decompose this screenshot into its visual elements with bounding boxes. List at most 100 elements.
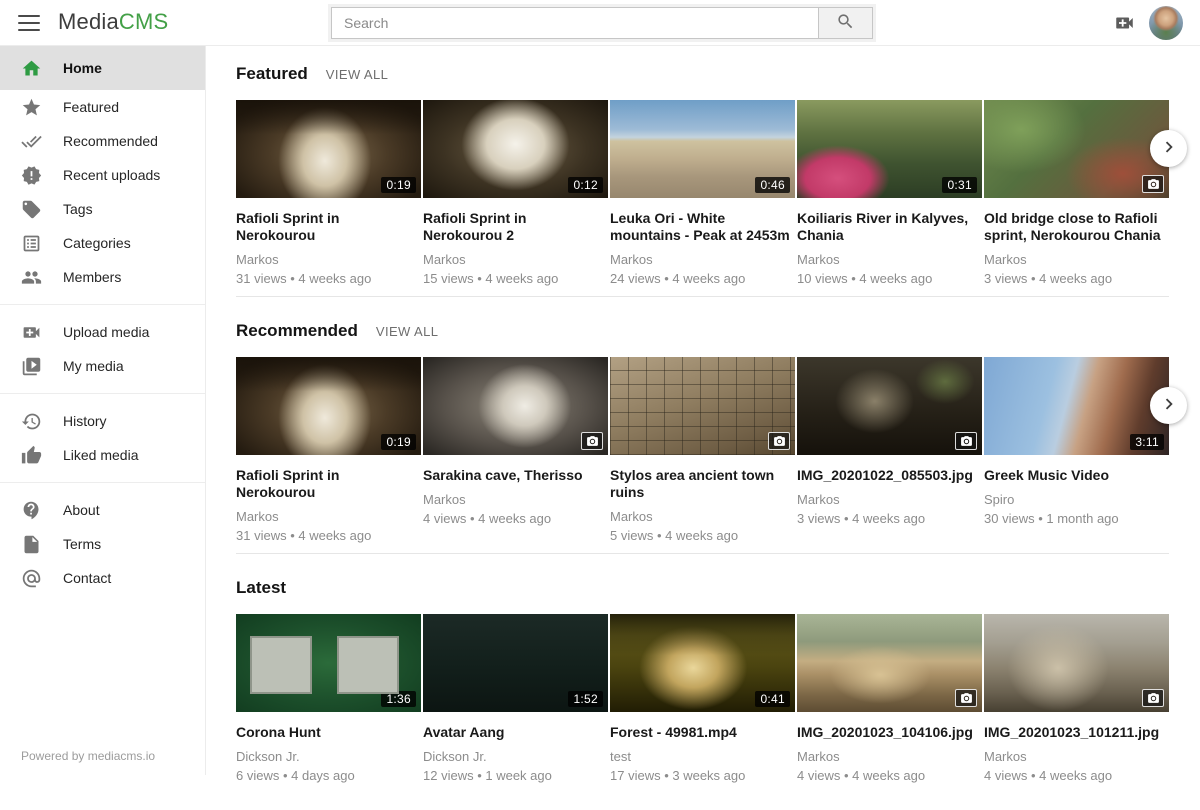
media-title[interactable]: Rafioli Sprint in Nerokourou — [236, 467, 421, 501]
media-author[interactable]: Markos — [797, 252, 982, 267]
media-thumbnail[interactable]: 1:36 — [236, 614, 421, 712]
app-logo[interactable]: MediaCMS — [58, 9, 168, 35]
media-thumbnail[interactable]: 1:52 — [423, 614, 608, 712]
media-title[interactable]: Rafioli Sprint in Nerokourou 2 — [423, 210, 608, 244]
video-upload-icon — [21, 322, 42, 343]
media-card: 0:46 Leuka Ori - White mountains - Peak … — [610, 100, 795, 296]
view-all-link[interactable]: VIEW ALL — [376, 324, 438, 339]
media-title[interactable]: Old bridge close to Rafioli sprint, Nero… — [984, 210, 1169, 244]
media-title[interactable]: IMG_20201022_085503.jpg — [797, 467, 982, 484]
history-icon — [21, 411, 42, 432]
duration-badge: 1:52 — [568, 691, 603, 707]
sidebar-item-upload-media[interactable]: Upload media — [0, 315, 205, 349]
media-author[interactable]: Markos — [797, 749, 982, 764]
sidebar-item-label: Recommended — [63, 133, 158, 149]
sidebar-item-label: Contact — [63, 570, 111, 586]
sidebar-item-liked-media[interactable]: Liked media — [0, 438, 205, 472]
media-thumbnail[interactable]: 0:19 — [236, 357, 421, 455]
media-author[interactable]: Markos — [236, 252, 421, 267]
search-bar — [328, 4, 876, 42]
sidebar-item-my-media[interactable]: My media — [0, 349, 205, 383]
sidebar-item-label: About — [63, 502, 100, 518]
media-author[interactable]: Markos — [984, 252, 1169, 267]
media-meta: 17 views • 3 weeks ago — [610, 768, 795, 783]
media-author[interactable]: Markos — [423, 492, 608, 507]
sidebar-item-label: Categories — [63, 235, 131, 251]
media-author[interactable]: Markos — [984, 749, 1169, 764]
media-title[interactable]: Corona Hunt — [236, 724, 421, 741]
media-meta: 31 views • 4 weeks ago — [236, 528, 421, 543]
media-card: IMG_20201023_104106.jpg Markos 4 views •… — [797, 614, 982, 810]
video-upload-icon — [1111, 21, 1138, 38]
media-title[interactable]: Leuka Ori - White mountains - Peak at 24… — [610, 210, 795, 244]
carousel-next-button[interactable] — [1150, 387, 1187, 424]
help-icon — [21, 500, 42, 521]
media-thumbnail[interactable] — [984, 614, 1169, 712]
duration-badge: 3:11 — [1130, 434, 1164, 450]
media-title[interactable]: Avatar Aang — [423, 724, 608, 741]
media-author[interactable]: Markos — [797, 492, 982, 507]
media-author[interactable]: Markos — [423, 252, 608, 267]
media-card: 3:11 Greek Music Video Spiro 30 views • … — [984, 357, 1169, 553]
media-title[interactable]: IMG_20201023_101211.jpg — [984, 724, 1169, 741]
duration-badge: 0:46 — [755, 177, 790, 193]
video-library-icon — [21, 356, 42, 377]
media-card: 1:52 Avatar Aang Dickson Jr. 12 views • … — [423, 614, 608, 810]
sidebar-item-members[interactable]: Members — [0, 260, 205, 294]
media-meta: 4 views • 4 weeks ago — [423, 511, 608, 526]
media-thumbnail[interactable]: 0:46 — [610, 100, 795, 198]
search-button[interactable] — [819, 7, 873, 39]
media-card: Old bridge close to Rafioli sprint, Nero… — [984, 100, 1169, 296]
media-author[interactable]: Markos — [236, 509, 421, 524]
sidebar-item-home[interactable]: Home — [0, 46, 205, 90]
media-author[interactable]: test — [610, 749, 795, 764]
media-author[interactable]: Dickson Jr. — [423, 749, 608, 764]
carousel-next-button[interactable] — [1150, 130, 1187, 167]
sidebar-item-recommended[interactable]: Recommended — [0, 124, 205, 158]
media-thumbnail[interactable] — [984, 100, 1169, 198]
photo-camera-icon — [955, 432, 977, 450]
media-author[interactable]: Markos — [610, 252, 795, 267]
media-thumbnail[interactable]: 0:19 — [236, 100, 421, 198]
media-thumbnail[interactable]: 0:12 — [423, 100, 608, 198]
sidebar-item-tags[interactable]: Tags — [0, 192, 205, 226]
menu-hamburger-icon[interactable] — [18, 13, 40, 33]
media-author[interactable]: Dickson Jr. — [236, 749, 421, 764]
media-title[interactable]: Forest - 49981.mp4 — [610, 724, 795, 741]
media-title[interactable]: Rafioli Sprint in Nerokourou — [236, 210, 421, 244]
media-thumbnail[interactable]: 0:41 — [610, 614, 795, 712]
view-all-link[interactable]: VIEW ALL — [326, 67, 388, 82]
media-title[interactable]: Koiliaris River in Kalyves, Chania — [797, 210, 982, 244]
sidebar-item-categories[interactable]: Categories — [0, 226, 205, 260]
media-title[interactable]: IMG_20201023_104106.jpg — [797, 724, 982, 741]
sidebar-item-about[interactable]: About — [0, 493, 205, 527]
sidebar-item-history[interactable]: History — [0, 404, 205, 438]
section-latest: Latest 1:36 Corona Hunt Dickson Jr. 6 vi… — [236, 578, 1169, 810]
media-author[interactable]: Markos — [610, 509, 795, 524]
media-title[interactable]: Sarakina cave, Therisso — [423, 467, 608, 484]
media-thumbnail[interactable] — [610, 357, 795, 455]
powered-by-label[interactable]: Powered by mediacms.io — [21, 749, 155, 763]
media-thumbnail[interactable] — [797, 614, 982, 712]
user-avatar[interactable] — [1149, 6, 1183, 40]
media-title[interactable]: Greek Music Video — [984, 467, 1169, 484]
sidebar-item-label: Featured — [63, 99, 119, 115]
sidebar-item-featured[interactable]: Featured — [0, 90, 205, 124]
section-featured: Featured VIEW ALL 0:19 Rafioli Sprint in… — [236, 64, 1169, 297]
media-author[interactable]: Spiro — [984, 492, 1169, 507]
sidebar-divider — [0, 304, 205, 305]
section-title: Featured — [236, 64, 308, 84]
media-thumbnail[interactable] — [423, 357, 608, 455]
home-icon — [21, 58, 42, 79]
sidebar-item-recent-uploads[interactable]: Recent uploads — [0, 158, 205, 192]
media-meta: 3 views • 4 weeks ago — [984, 271, 1169, 286]
media-thumbnail[interactable]: 0:31 — [797, 100, 982, 198]
media-title[interactable]: Stylos area ancient town ruins — [610, 467, 795, 501]
sidebar-item-contact[interactable]: Contact — [0, 561, 205, 595]
search-input[interactable] — [331, 7, 819, 39]
media-card: IMG_20201022_085503.jpg Markos 3 views •… — [797, 357, 982, 553]
media-thumbnail[interactable]: 3:11 — [984, 357, 1169, 455]
sidebar-item-terms[interactable]: Terms — [0, 527, 205, 561]
upload-media-button[interactable] — [1111, 12, 1138, 34]
media-thumbnail[interactable] — [797, 357, 982, 455]
